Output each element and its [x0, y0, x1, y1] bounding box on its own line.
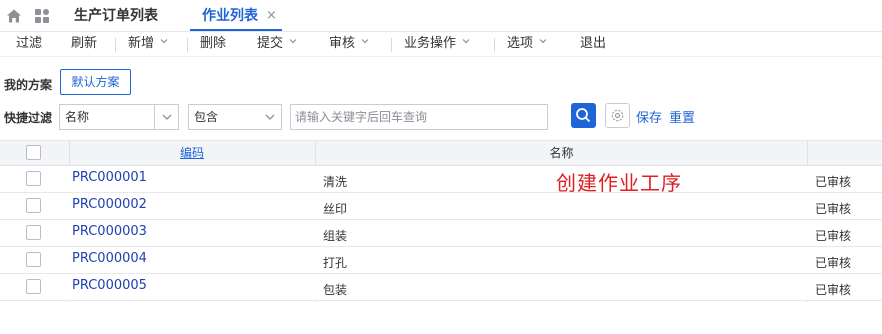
- close-icon[interactable]: ×: [266, 0, 277, 32]
- grid-header: 编码 名称: [0, 140, 882, 166]
- gear-icon: [611, 109, 624, 122]
- row-code[interactable]: PRC000005: [72, 274, 147, 298]
- chevron-down-icon: [462, 39, 470, 44]
- table-row[interactable]: PRC000003 组装 已审核: [0, 220, 882, 247]
- scheme-label: 我的方案: [4, 78, 53, 92]
- new-button[interactable]: 新增: [128, 32, 168, 57]
- row-checkbox[interactable]: [26, 279, 41, 294]
- tab-production-orders[interactable]: 生产订单列表: [74, 0, 158, 32]
- row-checkbox[interactable]: [26, 198, 41, 213]
- table-row[interactable]: PRC000004 打孔 已审核: [0, 247, 882, 274]
- options-button[interactable]: 选项: [507, 32, 547, 57]
- toolbar-divider: [187, 38, 188, 52]
- tab-label: 作业列表: [202, 8, 258, 24]
- chevron-down-icon: [361, 39, 369, 44]
- delete-button[interactable]: 删除: [200, 32, 226, 57]
- search-button[interactable]: [571, 103, 596, 128]
- table-row[interactable]: PRC000005 包装 已审核: [0, 274, 882, 301]
- row-status: 已审核: [815, 283, 852, 297]
- tab-label: 生产订单列表: [74, 8, 158, 24]
- chevron-down-icon: [289, 39, 297, 44]
- reset-button[interactable]: 重置: [669, 107, 695, 126]
- search-input[interactable]: 请输入关键字后回车查询: [290, 104, 548, 130]
- table-row[interactable]: PRC000002 丝印 已审核: [0, 193, 882, 220]
- row-status: 已审核: [815, 256, 852, 270]
- row-name: 包装: [323, 283, 348, 297]
- row-checkbox[interactable]: [26, 252, 41, 267]
- chevron-down-icon: [160, 39, 168, 44]
- filter-settings-button[interactable]: [605, 103, 630, 128]
- row-name: 组装: [323, 229, 348, 243]
- chevron-down-icon: [259, 105, 281, 129]
- column-header-code[interactable]: 编码: [69, 141, 315, 166]
- row-name: 打孔: [323, 256, 348, 270]
- tab-bar: 生产订单列表 作业列表 ×: [0, 0, 882, 32]
- row-code[interactable]: PRC000003: [72, 220, 147, 244]
- business-ops-button[interactable]: 业务操作: [404, 32, 470, 57]
- toolbar-divider: [391, 38, 392, 52]
- audit-button[interactable]: 审核: [329, 32, 369, 57]
- filter-operator-select[interactable]: 包含: [188, 104, 282, 130]
- search-icon: [576, 108, 591, 123]
- submit-button[interactable]: 提交: [257, 32, 297, 57]
- active-tab-indicator: [190, 29, 282, 31]
- column-header-name[interactable]: 名称: [316, 141, 807, 166]
- row-status: 已审核: [815, 202, 852, 216]
- filter-field-select[interactable]: 名称: [59, 104, 179, 130]
- row-checkbox[interactable]: [26, 171, 41, 186]
- filter-field-value: 名称: [65, 110, 90, 124]
- row-status: 已审核: [815, 175, 852, 189]
- chevron-down-icon: [154, 105, 178, 129]
- quick-filter-label: 快捷过滤: [4, 111, 53, 125]
- row-name: 清洗: [323, 175, 348, 189]
- annotation-caption: 创建作业工序: [556, 171, 682, 195]
- row-code[interactable]: PRC000004: [72, 247, 147, 271]
- filter-operator-value: 包含: [194, 110, 219, 124]
- apps-icon[interactable]: [34, 8, 50, 24]
- toolbar-divider: [115, 38, 116, 52]
- table-row[interactable]: PRC000001 清洗 已审核: [0, 166, 882, 193]
- search-placeholder: 请输入关键字后回车查询: [295, 110, 428, 124]
- tab-job-list[interactable]: 作业列表 ×: [202, 0, 277, 32]
- row-code[interactable]: PRC000002: [72, 193, 147, 217]
- default-scheme-button[interactable]: 默认方案: [60, 69, 131, 95]
- toolbar-divider: [494, 38, 495, 52]
- row-status: 已审核: [815, 229, 852, 243]
- home-icon[interactable]: [6, 8, 22, 24]
- chevron-down-icon: [539, 39, 547, 44]
- row-checkbox[interactable]: [26, 225, 41, 240]
- row-code[interactable]: PRC000001: [72, 166, 147, 190]
- refresh-button[interactable]: 刷新: [71, 32, 97, 57]
- save-button[interactable]: 保存: [636, 107, 662, 126]
- select-all-checkbox[interactable]: [26, 145, 41, 160]
- toolbar: 过滤 刷新 新增 删除 提交 审核 业务操作 选项 退出: [0, 32, 882, 57]
- row-name: 丝印: [323, 202, 348, 216]
- filter-button[interactable]: 过滤: [16, 32, 42, 57]
- exit-button[interactable]: 退出: [580, 32, 606, 57]
